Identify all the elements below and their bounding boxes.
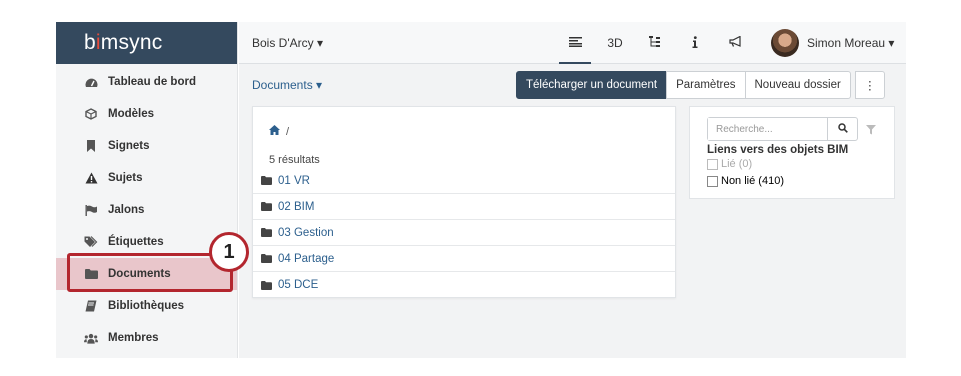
folder-list: 01 VR 02 BIM 03 Gestion 04 Partage 05 DC…	[253, 168, 675, 298]
folder-icon	[261, 280, 272, 290]
book-icon	[84, 300, 98, 312]
sidebar-nav: Tableau de bord Modèles Signets Sujets J…	[56, 66, 237, 354]
folder-name: 02 BIM	[278, 200, 315, 213]
sidebar-item-label: Jalons	[108, 204, 145, 216]
search-button[interactable]	[827, 118, 857, 140]
unlinked-checkbox[interactable]	[707, 175, 718, 187]
folder-icon	[261, 202, 272, 211]
sidebar-item-label: Tableau de bord	[108, 76, 196, 88]
filter-panel: Liens vers des objets BIM Lié (0) Non li…	[689, 106, 895, 199]
sidebar-item-issues[interactable]: Sujets	[56, 162, 237, 194]
announcements-button[interactable]	[715, 22, 755, 64]
bimsync-logo[interactable]: bimsync	[84, 31, 162, 55]
sidebar-item-label: Signets	[108, 140, 150, 152]
folder-name: 01 VR	[278, 174, 310, 187]
user-name: Simon Moreau ▾	[807, 36, 895, 50]
section-dropdown[interactable]: Documents ▾	[252, 78, 322, 92]
sidebar-item-label: Modèles	[108, 108, 155, 120]
sidebar-item-bookmarks[interactable]: Signets	[56, 130, 237, 162]
sidebar-item-label: Bibliothèques	[108, 300, 185, 312]
info-button[interactable]	[675, 22, 715, 64]
step-badge: 1	[209, 232, 249, 272]
3d-view-button[interactable]: 3D	[595, 22, 635, 64]
linked-checkbox	[707, 158, 718, 170]
filter-title: Liens vers des objets BIM	[707, 144, 849, 156]
list-item[interactable]: 04 Partage	[253, 246, 675, 272]
top-bar: Bois D'Arcy ▾ 3D Simon Moreau ▾	[239, 22, 906, 64]
flag-icon	[84, 204, 98, 216]
dashboard-icon	[84, 76, 98, 88]
more-options-button[interactable]: ⋮	[854, 71, 885, 99]
tree-icon	[649, 35, 661, 51]
list-item[interactable]: 05 DCE	[253, 272, 675, 298]
new-folder-button[interactable]: Nouveau dossier	[744, 71, 851, 99]
info-icon	[692, 35, 698, 51]
user-menu[interactable]: Simon Moreau ▾	[771, 29, 894, 57]
search-input[interactable]	[708, 118, 827, 140]
logo-bar: bimsync	[56, 22, 237, 64]
folder-name: 05 DCE	[278, 279, 319, 291]
sidebar: bimsync Tableau de bord Modèles Signets …	[56, 22, 238, 358]
sidebar-item-label: Sujets	[108, 172, 143, 184]
document-actions: Télécharger un document Paramètres Nouve…	[516, 71, 885, 99]
folder-icon	[261, 254, 272, 263]
main-content: Bois D'Arcy ▾ 3D Simon Moreau ▾ Document…	[239, 22, 906, 358]
search-box	[707, 117, 858, 141]
file-list-panel: / 5 résultats 01 VR 02 BIM 03 Gestion 04…	[252, 106, 676, 298]
filter-icon[interactable]	[866, 122, 876, 140]
align-left-icon	[568, 36, 582, 50]
users-icon	[84, 332, 98, 344]
linked-label: Lié (0)	[721, 158, 753, 170]
tree-view-button[interactable]	[635, 22, 675, 64]
tags-icon	[84, 236, 98, 248]
avatar	[771, 29, 799, 57]
upload-document-button[interactable]: Télécharger un document	[516, 71, 668, 99]
list-view-button[interactable]	[555, 22, 595, 64]
linked-filter: Lié (0)	[707, 158, 752, 170]
sidebar-item-libraries[interactable]: Bibliothèques	[56, 290, 237, 322]
list-item[interactable]: 03 Gestion	[253, 220, 675, 246]
bookmark-icon	[84, 140, 98, 152]
folder-icon	[261, 228, 272, 237]
home-icon[interactable]	[269, 125, 280, 138]
sidebar-item-dashboard[interactable]: Tableau de bord	[56, 66, 237, 98]
folder-name: 04 Partage	[278, 252, 335, 265]
sidebar-item-milestones[interactable]: Jalons	[56, 194, 237, 226]
sidebar-item-members[interactable]: Membres	[56, 322, 237, 354]
documents-toolbar: Documents ▾ Télécharger un document Para…	[239, 64, 906, 102]
unlinked-label: Non lié (410)	[721, 175, 784, 187]
project-selector[interactable]: Bois D'Arcy ▾	[252, 36, 323, 50]
sidebar-item-label: Membres	[108, 332, 159, 344]
warning-icon	[84, 172, 98, 184]
result-count: 5 résultats	[269, 154, 320, 166]
bullhorn-icon	[728, 35, 742, 50]
documents-highlight-box	[67, 253, 233, 292]
sidebar-item-label: Étiquettes	[108, 236, 164, 248]
breadcrumb: /	[269, 125, 289, 138]
view-switcher: 3D	[555, 22, 755, 64]
sidebar-item-models[interactable]: Modèles	[56, 98, 237, 130]
search-icon	[837, 120, 848, 138]
app-window: bimsync Tableau de bord Modèles Signets …	[56, 22, 906, 358]
settings-button[interactable]: Paramètres	[666, 71, 746, 99]
folder-icon	[261, 176, 272, 185]
list-item[interactable]: 02 BIM	[253, 194, 675, 220]
breadcrumb-separator: /	[286, 125, 290, 138]
list-item[interactable]: 01 VR	[253, 168, 675, 194]
unlinked-filter[interactable]: Non lié (410)	[707, 175, 784, 187]
folder-name: 03 Gestion	[278, 226, 334, 239]
cube-icon	[84, 108, 98, 120]
